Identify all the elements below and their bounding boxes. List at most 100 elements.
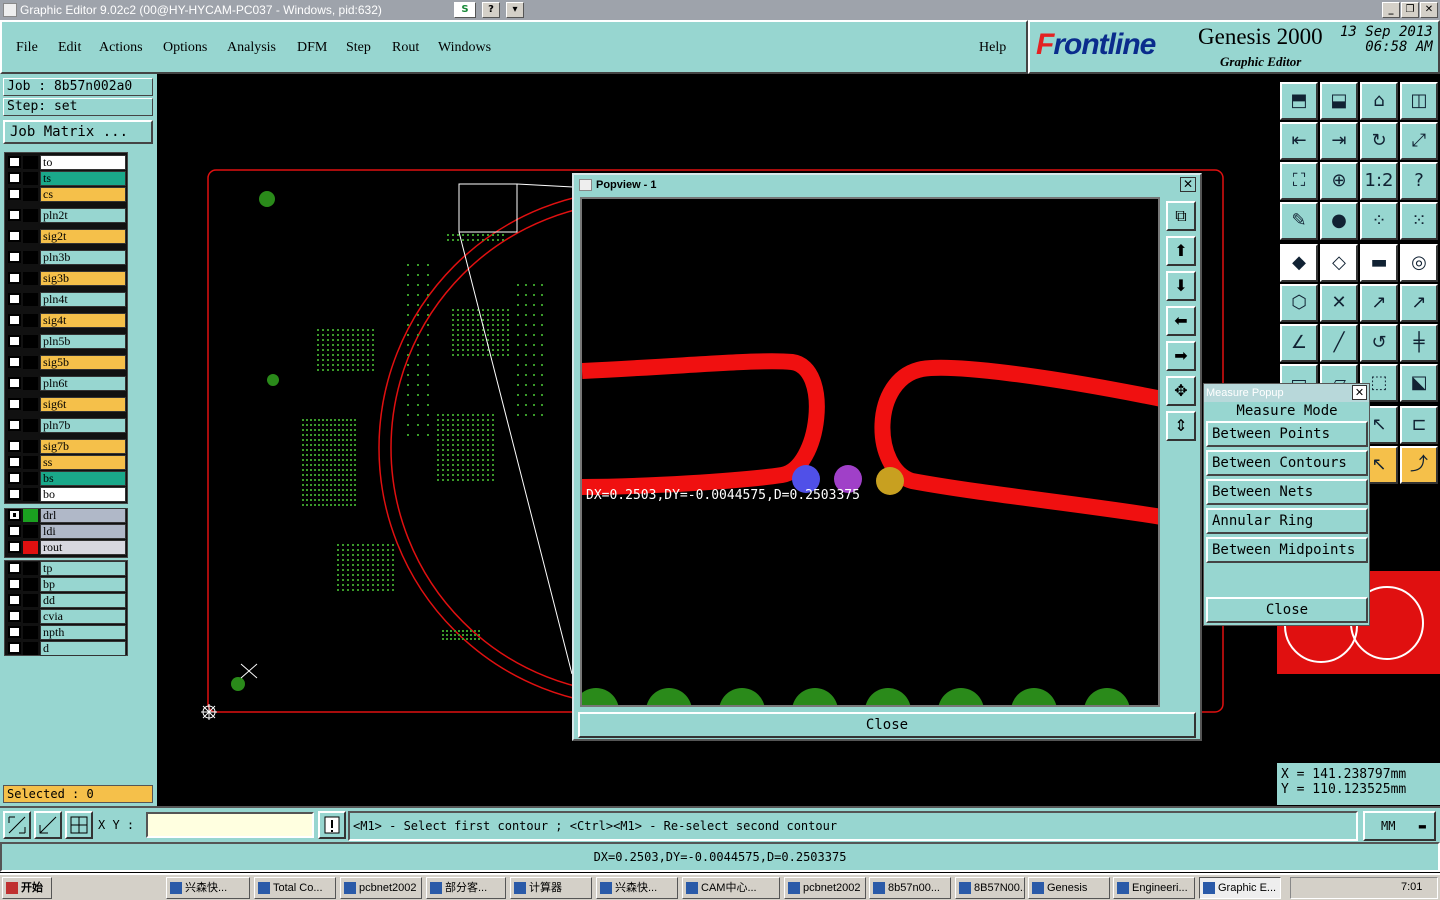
pv-fit-icon[interactable]: ⧉ <box>1166 201 1196 231</box>
layer-checkbox[interactable] <box>8 578 21 590</box>
menu-help[interactable]: Help <box>979 40 1006 56</box>
layer-name[interactable]: pln3b <box>40 250 126 265</box>
layer-row-ss[interactable]: ss <box>5 454 126 470</box>
layer-checkbox[interactable] <box>8 172 21 184</box>
layer-row-pln5b[interactable]: pln5b <box>5 333 126 349</box>
layer-row-bp[interactable]: bp <box>5 576 126 592</box>
layer-checkbox[interactable] <box>8 419 21 431</box>
layer-row-bs[interactable]: bs <box>5 470 126 486</box>
arc-pt-icon[interactable]: ↗ <box>1400 284 1438 322</box>
layer-checkbox[interactable] <box>8 642 21 654</box>
split-icon[interactable]: ◫ <box>1400 82 1438 120</box>
layer-row-to[interactable]: to <box>5 154 126 170</box>
s-tool-icon[interactable]: S <box>454 2 476 18</box>
add-pad-icon[interactable]: ◆ <box>1280 244 1318 282</box>
taskbar-item[interactable]: 兴森快... <box>596 877 678 899</box>
layer-row-bo[interactable]: bo <box>5 486 126 502</box>
layer-name[interactable]: cvia <box>40 609 126 624</box>
layer-row-sig4t[interactable]: sig4t <box>5 312 126 328</box>
layer-checkbox[interactable] <box>8 626 21 638</box>
layer-checkbox[interactable] <box>8 472 21 484</box>
menu-actions[interactable]: Actions <box>99 40 143 56</box>
cross-icon[interactable]: ✕ <box>1320 284 1358 322</box>
measure-between-points[interactable]: Between Points <box>1206 421 1368 447</box>
layer-name[interactable]: drl <box>40 508 126 523</box>
layer-name[interactable]: ldi <box>40 524 126 539</box>
layer-checkbox[interactable] <box>8 335 21 347</box>
alert-icon[interactable] <box>318 811 346 839</box>
layer-checkbox[interactable] <box>8 188 21 200</box>
popview-close-button[interactable]: Close <box>578 712 1196 738</box>
taskbar-item[interactable]: 计算器 <box>510 877 592 899</box>
taskbar-item[interactable]: Total Co... <box>254 877 336 899</box>
layer-row-pln6t[interactable]: pln6t <box>5 375 126 391</box>
layer-row-cvia[interactable]: cvia <box>5 608 126 624</box>
layer-checkbox[interactable] <box>8 440 21 452</box>
layer-checkbox[interactable] <box>8 209 21 221</box>
layer-name[interactable]: sig6t <box>40 397 126 412</box>
taskbar-item[interactable]: Engineeri... <box>1113 877 1195 899</box>
minimize-button[interactable]: _ <box>1382 2 1400 18</box>
layer-checkbox[interactable] <box>8 488 21 500</box>
menu-options[interactable]: Options <box>163 40 207 56</box>
home-icon[interactable]: ⌂ <box>1360 82 1398 120</box>
layer-row-ldi[interactable]: ldi <box>5 523 126 539</box>
pv-move-icon[interactable]: ⇕ <box>1166 411 1196 441</box>
layer-name[interactable]: cs <box>40 187 126 202</box>
measure-close-button[interactable]: Close <box>1206 597 1368 623</box>
zoom-area-icon[interactable] <box>34 811 62 839</box>
layer-checkbox[interactable] <box>8 610 21 622</box>
swap-icon[interactable]: ↻ <box>1360 122 1398 160</box>
ruler-icon[interactable]: ▬ <box>1360 244 1398 282</box>
layer-name[interactable]: npth <box>40 625 126 640</box>
zoom-fit-icon[interactable]: ⛶ <box>1280 162 1318 200</box>
layer-name[interactable]: to <box>40 155 126 170</box>
taskbar-item[interactable]: pcbnet2002 <box>340 877 422 899</box>
measure-icon[interactable]: ✎ <box>1280 202 1318 240</box>
connect-icon[interactable]: ⤴ <box>1400 446 1438 484</box>
layer-row-sig6t[interactable]: sig6t <box>5 396 126 412</box>
taskbar-item[interactable]: CAM中心... <box>682 877 780 899</box>
menu-file[interactable]: File <box>16 40 38 56</box>
layer-row-pln7b[interactable]: pln7b <box>5 417 126 433</box>
pv-expand-icon[interactable]: ✥ <box>1166 376 1196 406</box>
taskbar-item[interactable]: 8B57N00... <box>955 877 1025 899</box>
layer-name[interactable]: sig2t <box>40 229 126 244</box>
pan-left-icon[interactable]: ⇤ <box>1280 122 1318 160</box>
layer-row-dd[interactable]: dd <box>5 592 126 608</box>
layer-checkbox[interactable] <box>8 314 21 326</box>
net2-icon[interactable]: ⁙ <box>1400 202 1438 240</box>
layer-checkbox[interactable] <box>8 456 21 468</box>
layer-row-cs[interactable]: cs <box>5 186 126 202</box>
menu-dfm[interactable]: DFM <box>297 40 327 56</box>
layer-row-pln2t[interactable]: pln2t <box>5 207 126 223</box>
pv-down-icon[interactable]: ⬇ <box>1166 271 1196 301</box>
layer-row-sig5b[interactable]: sig5b <box>5 354 126 370</box>
menu-windows[interactable]: Windows <box>438 40 491 56</box>
layer-row-sig7b[interactable]: sig7b <box>5 438 126 454</box>
pv-right-icon[interactable]: ➡ <box>1166 341 1196 371</box>
job-matrix-button[interactable]: Job Matrix ... <box>3 120 153 144</box>
layer-name[interactable]: pln7b <box>40 418 126 433</box>
layer-name[interactable]: ss <box>40 455 126 470</box>
pan-right-icon[interactable]: ⇥ <box>1320 122 1358 160</box>
menu-step[interactable]: Step <box>346 40 371 56</box>
route-icon[interactable]: ⬕ <box>1400 364 1438 402</box>
layer-row-d[interactable]: d <box>5 640 126 656</box>
layer-name[interactable]: ts <box>40 171 126 186</box>
taskbar-item[interactable]: Graphic E... <box>1199 877 1281 899</box>
layer-checkbox[interactable] <box>8 398 21 410</box>
text-icon[interactable]: ╪ <box>1400 324 1438 362</box>
scale-icon[interactable]: 1:2 <box>1360 162 1398 200</box>
taskbar-item[interactable]: 8b57n00... <box>869 877 951 899</box>
angle-icon[interactable]: ∠ <box>1280 324 1318 362</box>
layer-name[interactable]: tp <box>40 561 126 576</box>
layer-row-sig3b[interactable]: sig3b <box>5 270 126 286</box>
layer-checkbox[interactable] <box>8 377 21 389</box>
layer-name[interactable]: bs <box>40 471 126 486</box>
layer-name[interactable]: bo <box>40 487 126 502</box>
layer-checkbox[interactable] <box>8 541 21 553</box>
menu-rout[interactable]: Rout <box>392 40 419 56</box>
line-pt-icon[interactable]: ↗ <box>1360 284 1398 322</box>
taskbar-item[interactable]: pcbnet2002 <box>784 877 866 899</box>
